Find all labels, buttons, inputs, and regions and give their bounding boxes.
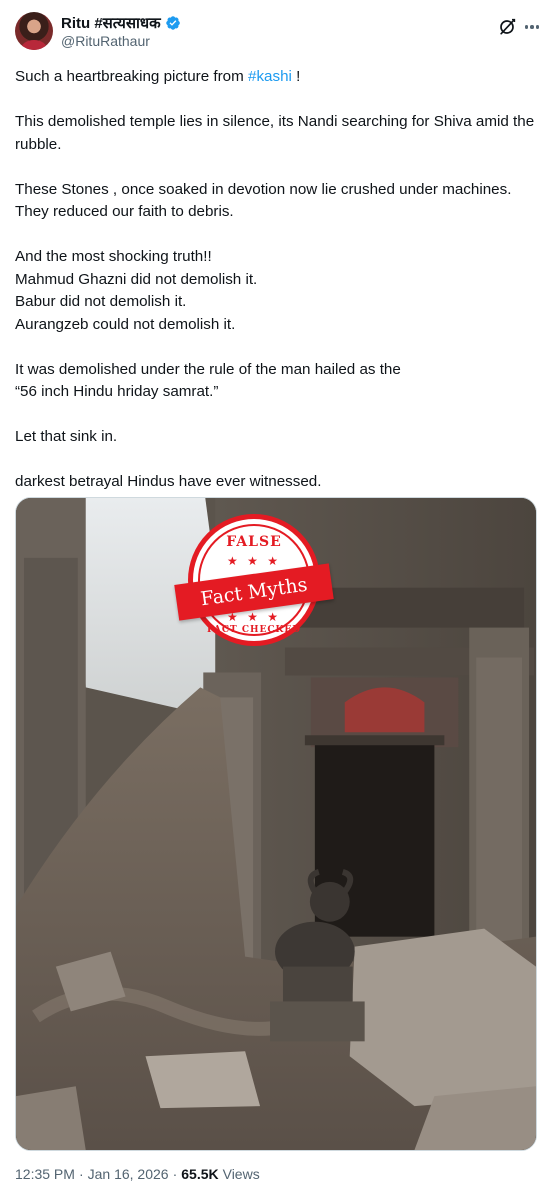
verified-badge-icon: [165, 16, 180, 30]
tweet-line: It was demolished under the rule of the …: [15, 360, 401, 378]
tweet: Ritu #सत्यसाधक @RituRathaur Such a heart…: [0, 0, 552, 1200]
grok-icon[interactable]: [497, 17, 517, 37]
stamp-false-label: FALSE: [226, 534, 282, 550]
tweet-line: darkest betrayal Hindus have ever witnes…: [15, 473, 322, 490]
author-handle[interactable]: @RituRathaur: [61, 33, 150, 49]
tweet-line: Such a heartbreaking picture from #kashi…: [15, 68, 301, 85]
more-horizontal-icon: [524, 25, 529, 29]
tweet-line: “56 inch Hindu hriday samrat.”: [15, 383, 219, 400]
star-icon: ★ ★ ★: [227, 610, 281, 624]
tweet-line: Babur did not demolish it.: [15, 293, 187, 310]
meta-separator: ·: [172, 1166, 178, 1182]
hashtag-link[interactable]: #kashi: [248, 68, 292, 85]
tweet-line: These Stones , once soaked in devotion n…: [15, 180, 512, 221]
tweet-text: Such a heartbreaking picture from #kashi…: [15, 66, 540, 494]
author-name-row[interactable]: Ritu #सत्यसाधक: [61, 13, 181, 33]
views-count: 65.5K: [181, 1166, 219, 1182]
tweet-metadata: 12:35 PM · Jan 16, 2026 · 65.5K Views: [15, 1166, 260, 1182]
tweet-line: Mahmud Ghazni did not demolish it.: [15, 270, 258, 288]
meta-separator: ·: [78, 1166, 84, 1182]
tweet-line: This demolished temple lies in silence, …: [15, 113, 535, 153]
tweet-image[interactable]: FALSE ★ ★ ★ Fact Myths ★ ★ ★ FACT CHECKE…: [15, 497, 537, 1151]
avatar[interactable]: [15, 12, 53, 50]
fact-check-stamp: FALSE ★ ★ ★ Fact Myths ★ ★ ★ FACT CHECKE…: [174, 512, 334, 652]
tweet-line: Let that sink in.: [15, 428, 118, 445]
tweet-line: And the most shocking truth!!: [15, 248, 212, 265]
tweet-time[interactable]: 12:35 PM: [15, 1166, 75, 1182]
more-options-button[interactable]: [521, 17, 543, 37]
stamp-fact-checked-label: FACT CHECKED: [206, 625, 301, 635]
author-display-name[interactable]: Ritu #सत्यसाधक: [61, 13, 161, 33]
views-label: Views: [222, 1166, 260, 1182]
tweet-date[interactable]: Jan 16, 2026: [88, 1166, 169, 1182]
tweet-line: Aurangzeb could not demolish it.: [15, 315, 236, 333]
